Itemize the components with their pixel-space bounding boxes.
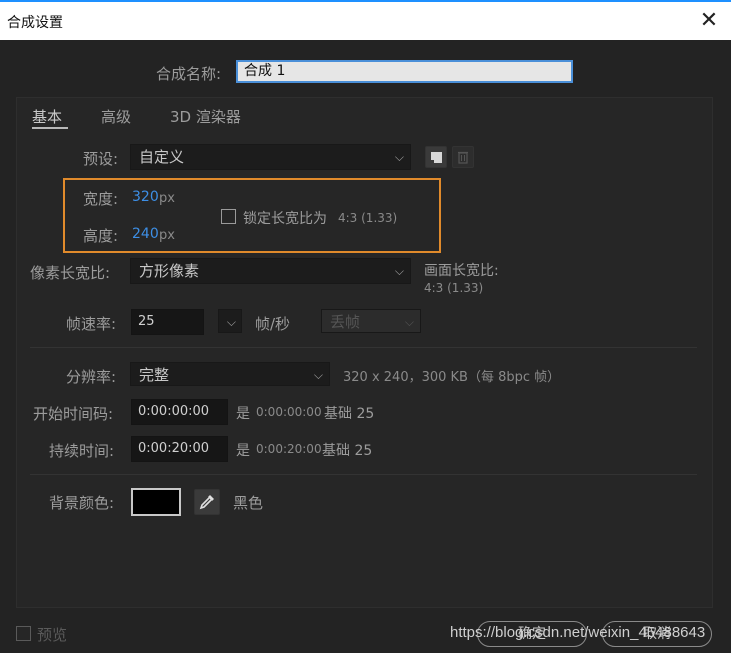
width-label: 宽度: bbox=[83, 190, 119, 208]
eyedropper-button[interactable] bbox=[194, 489, 220, 515]
title-bar: 合成设置 ✕ bbox=[0, 0, 731, 40]
frame-rate-input[interactable]: 25 bbox=[131, 309, 204, 335]
save-preset-button[interactable] bbox=[425, 146, 447, 168]
comp-name-label: 合成名称: bbox=[156, 65, 222, 83]
frame-rate-dropdown[interactable]: ⌵ bbox=[218, 309, 242, 333]
width-value[interactable]: 320 bbox=[132, 189, 159, 205]
height-label: 高度: bbox=[83, 227, 119, 245]
start-timecode-is-value: 0:00:00:00 bbox=[256, 405, 322, 419]
duration-is-label: 是 bbox=[236, 443, 250, 459]
chevron-down-icon: ⌵ bbox=[404, 315, 414, 329]
start-timecode-base: 基础 25 bbox=[324, 406, 375, 422]
section-divider bbox=[30, 347, 697, 348]
chevron-down-icon: ⌵ bbox=[226, 315, 236, 329]
height-unit: px bbox=[159, 228, 175, 243]
comp-name-input[interactable]: 合成 1 bbox=[236, 60, 573, 83]
tab-3d-renderer[interactable]: 3D 渲染器 bbox=[170, 106, 241, 127]
drop-frame-dropdown: 丢帧 ⌵ bbox=[321, 309, 421, 333]
frame-rate-unit: 帧/秒 bbox=[255, 315, 291, 333]
frame-rate-label: 帧速率: bbox=[66, 315, 117, 333]
preview-checkbox[interactable] bbox=[16, 626, 31, 641]
window-title: 合成设置 bbox=[7, 15, 63, 31]
pixel-aspect-label: 像素长宽比: bbox=[30, 264, 111, 282]
duration-input[interactable]: 0:00:20:00 bbox=[131, 436, 228, 462]
preset-value: 自定义 bbox=[139, 148, 185, 166]
resolution-label: 分辨率: bbox=[66, 368, 117, 386]
start-timecode-label: 开始时间码: bbox=[33, 405, 114, 423]
tab-advanced[interactable]: 高级 bbox=[101, 106, 131, 127]
frame-aspect-label: 画面长宽比: bbox=[424, 263, 499, 279]
background-color-swatch[interactable] bbox=[131, 488, 181, 516]
section-divider bbox=[30, 474, 697, 475]
duration-base: 基础 25 bbox=[322, 443, 373, 459]
lock-aspect-label: 锁定长宽比为 bbox=[243, 211, 327, 227]
preset-label: 预设: bbox=[83, 150, 119, 168]
close-icon[interactable]: ✕ bbox=[697, 8, 721, 34]
save-preset-icon bbox=[431, 152, 442, 163]
chevron-down-icon: ⌵ bbox=[313, 368, 323, 382]
delete-preset-button[interactable] bbox=[452, 146, 474, 168]
preset-dropdown[interactable]: 自定义 ⌵ bbox=[130, 144, 411, 170]
tab-basic[interactable]: 基本 bbox=[32, 106, 62, 127]
resolution-info: 320 x 240，300 KB（每 8bpc 帧） bbox=[343, 370, 561, 385]
chevron-down-icon: ⌵ bbox=[394, 150, 404, 164]
height-value[interactable]: 240 bbox=[132, 226, 159, 242]
duration-is-value: 0:00:20:00 bbox=[256, 442, 322, 456]
width-unit: px bbox=[159, 191, 175, 206]
start-timecode-input[interactable]: 0:00:00:00 bbox=[131, 399, 228, 425]
duration-label: 持续时间: bbox=[49, 442, 115, 460]
delete-preset-icon bbox=[458, 151, 468, 164]
eyedropper-icon bbox=[199, 495, 214, 510]
preview-label: 预览 bbox=[37, 626, 68, 644]
watermark-text: https://blog.csdn.net/weixin_45488643 bbox=[450, 624, 706, 641]
start-timecode-is-label: 是 bbox=[236, 406, 250, 422]
tab-active-underline bbox=[32, 127, 68, 129]
lock-aspect-checkbox[interactable] bbox=[221, 209, 236, 224]
frame-aspect-value: 4:3 (1.33) bbox=[424, 281, 484, 295]
drop-frame-value: 丢帧 bbox=[330, 313, 361, 331]
chevron-down-icon: ⌵ bbox=[394, 264, 404, 278]
background-color-name: 黑色 bbox=[233, 494, 264, 512]
pixel-aspect-dropdown[interactable]: 方形像素 ⌵ bbox=[130, 258, 411, 284]
pixel-aspect-value: 方形像素 bbox=[139, 262, 200, 280]
settings-panel bbox=[16, 97, 713, 608]
resolution-dropdown[interactable]: 完整 ⌵ bbox=[130, 362, 330, 386]
lock-aspect-ratio: 4:3 (1.33) bbox=[338, 211, 398, 225]
resolution-value: 完整 bbox=[139, 366, 170, 384]
background-color-label: 背景颜色: bbox=[49, 494, 115, 512]
